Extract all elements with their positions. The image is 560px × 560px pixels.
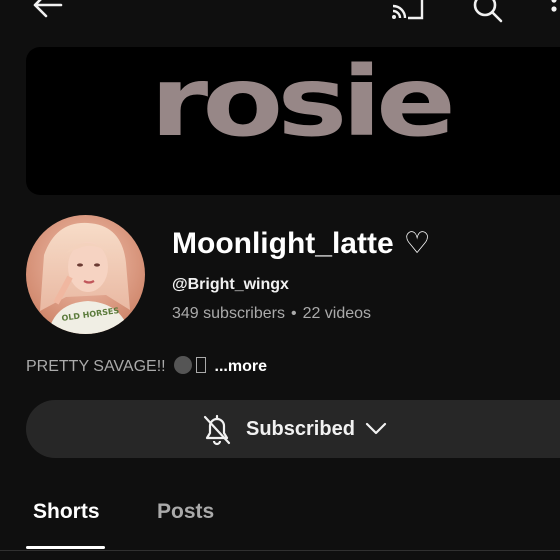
cast-icon[interactable] (390, 0, 426, 22)
search-icon[interactable] (470, 0, 504, 24)
channel-handle: @Bright_wingx (172, 276, 289, 293)
tab-shorts[interactable]: Shorts (33, 500, 100, 524)
channel-banner: rosie (26, 47, 560, 195)
heart-symbol: ♡ (403, 227, 431, 260)
tab-posts[interactable]: Posts (157, 500, 214, 524)
back-arrow-icon[interactable] (30, 0, 64, 20)
chevron-down-icon (365, 422, 387, 435)
channel-name-text: Moonlight_latte (172, 227, 394, 260)
subscribed-button[interactable]: Subscribed (26, 400, 560, 458)
subscriber-count: 349 subscribers (172, 305, 285, 322)
top-app-bar (0, 0, 560, 30)
channel-description[interactable]: PRETTY SAVAGE!! ...more (26, 356, 267, 376)
description-text: PRETTY SAVAGE!! (26, 358, 166, 375)
bell-off-icon (203, 414, 231, 446)
tabs-divider (0, 550, 560, 551)
channel-stats[interactable]: 349 subscribers • 22 videos (172, 305, 371, 323)
unknown-glyph-icon (196, 357, 207, 373)
avatar-image: OLD HORSES (26, 215, 145, 334)
more-vertical-icon[interactable] (548, 0, 560, 22)
emoji-icon (174, 356, 193, 374)
channel-avatar[interactable]: OLD HORSES (26, 215, 145, 334)
description-more-link[interactable]: ...more (215, 358, 267, 375)
channel-name: Moonlight_latte ♡ (172, 226, 431, 261)
stats-separator: • (290, 305, 297, 322)
video-count: 22 videos (302, 305, 372, 322)
subscribed-label: Subscribed (246, 418, 355, 440)
selected-tab-indicator (26, 546, 105, 549)
banner-logo-text: rosie (150, 47, 456, 158)
